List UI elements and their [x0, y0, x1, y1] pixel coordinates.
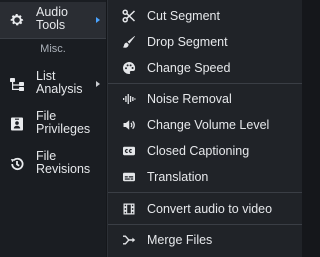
menu-item-translation[interactable]: Translation — [108, 165, 302, 189]
menu-item-label: Change Speed — [147, 61, 231, 75]
menu-item-merge-files[interactable]: Merge Files — [108, 228, 302, 252]
menu-divider — [108, 224, 302, 225]
menu-item-change-speed[interactable]: Change Speed — [108, 56, 302, 80]
menu-divider — [108, 192, 302, 193]
sidebar: Audio Tools Misc. List Analysis File Pri… — [0, 0, 106, 257]
menu-item-closed-captioning[interactable]: Closed Captioning — [108, 139, 302, 163]
gear-icon — [9, 12, 25, 28]
menu-item-noise-removal[interactable]: Noise Removal — [108, 87, 302, 111]
sidebar-item-label: File Privileges — [36, 109, 91, 136]
scissors-icon — [122, 9, 136, 23]
menu-item-drop-segment[interactable]: Drop Segment — [108, 30, 302, 54]
hierarchy-icon — [9, 76, 25, 92]
menu-item-cut-segment[interactable]: Cut Segment — [108, 4, 302, 28]
menu-item-label: Merge Files — [147, 233, 213, 247]
sidebar-item-file-privileges[interactable]: File Privileges — [0, 106, 106, 142]
menu-item-label: Noise Removal — [147, 92, 232, 106]
menu-divider — [108, 83, 302, 84]
menu-item-label: Cut Segment — [147, 9, 220, 23]
history-icon — [9, 156, 25, 172]
section-header-misc: Misc. — [0, 38, 106, 60]
menu-item-label: Convert audio to video — [147, 202, 273, 216]
audio-tools-submenu: Cut Segment Drop Segment Change Speed No… — [107, 0, 302, 257]
menu-item-label: Change Volume Level — [147, 118, 270, 132]
menu-item-label: Closed Captioning — [147, 144, 250, 158]
sidebar-item-label: File Revisions — [36, 149, 91, 176]
menu-item-change-volume-level[interactable]: Change Volume Level — [108, 113, 302, 137]
brush-icon — [122, 35, 136, 49]
palette-icon — [122, 61, 136, 75]
menu-item-label: Translation — [147, 170, 209, 184]
menu-item-convert-audio-to-video[interactable]: Convert audio to video — [108, 197, 302, 221]
waveform-icon — [122, 92, 136, 106]
section-label: Misc. — [40, 43, 66, 55]
film-icon — [122, 202, 136, 216]
cc-icon — [122, 144, 136, 158]
sidebar-item-label: List Analysis — [36, 69, 83, 96]
sidebar-item-list-analysis[interactable]: List Analysis — [0, 66, 106, 102]
chevron-right-icon — [96, 17, 100, 23]
sidebar-item-label: Audio Tools — [36, 5, 68, 32]
menu-item-label: Drop Segment — [147, 35, 228, 49]
sidebar-item-file-revisions[interactable]: File Revisions — [0, 146, 106, 182]
merge-icon — [122, 233, 136, 247]
chevron-right-icon — [96, 81, 100, 87]
subtitles-icon — [122, 170, 136, 184]
badge-icon — [9, 116, 25, 132]
sidebar-item-audio-tools[interactable]: Audio Tools — [0, 2, 106, 38]
volume-icon — [122, 118, 136, 132]
